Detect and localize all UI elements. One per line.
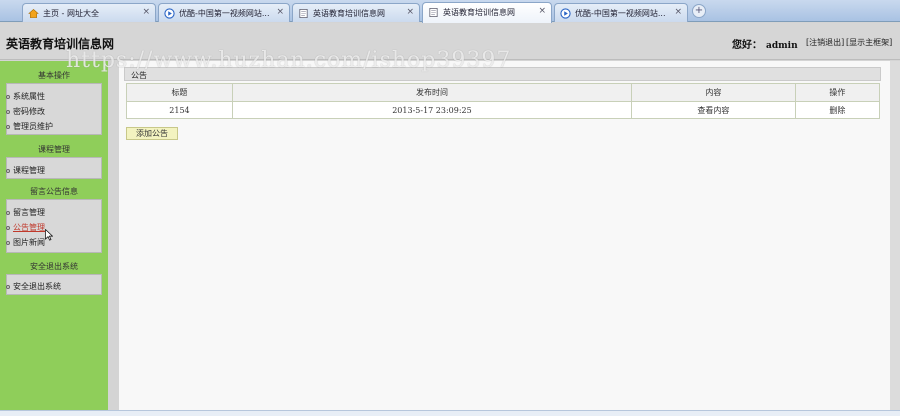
sidebar-item-system-properties[interactable]: 系统属性: [6, 91, 45, 102]
status-bar: [0, 410, 900, 416]
close-icon[interactable]: ×: [142, 7, 150, 17]
notice-table: 标题 发布时间 内容 操作 2154 2013-5-17 23:09:25 查看…: [126, 83, 881, 119]
cell-title: 2154: [126, 101, 233, 119]
close-icon[interactable]: ×: [538, 6, 546, 16]
delete-link[interactable]: 删除: [794, 101, 881, 119]
home-icon: [28, 9, 39, 18]
column-header-content: 内容: [631, 83, 796, 102]
bullet-icon: [6, 125, 10, 129]
browser-tab-bar: 主页 - 网址大全 × 优酷-中国第一视频网站... × 英语教育培训信息网 ×…: [0, 0, 900, 23]
show-main-frame-link[interactable]: [显示主框架]: [846, 37, 892, 48]
column-header-title: 标题: [126, 83, 233, 102]
sidebar-item-admin-maintenance[interactable]: 管理员维护: [6, 121, 53, 132]
close-icon[interactable]: ×: [276, 7, 284, 17]
column-header-action: 操作: [794, 83, 881, 102]
sidebar-section-title-exit: 安全退出系统: [30, 262, 78, 271]
new-tab-button[interactable]: +: [692, 4, 706, 18]
sidebar-section-title-course: 课程管理: [38, 145, 70, 154]
table-header-row: 标题 发布时间 内容 操作: [126, 83, 881, 102]
greeting-label: 您好：: [732, 40, 762, 51]
panel-title: 公告: [131, 71, 147, 80]
site-title: 英语教育培训信息网: [6, 37, 115, 51]
cell-publish-time: 2013-5-17 23:09:25: [231, 101, 633, 119]
browser-tab-home[interactable]: 主页 - 网址大全 ×: [22, 3, 156, 22]
logout-link[interactable]: [注销退出]: [806, 37, 844, 48]
sidebar-item-message-management[interactable]: 留言管理: [6, 207, 45, 218]
add-notice-button[interactable]: 添加公告: [126, 127, 178, 140]
notice-panel-header: 公告: [124, 67, 881, 81]
tab-label: 英语教育培训信息网: [443, 8, 515, 17]
bullet-icon: [6, 211, 10, 215]
sidebar-section-title-basic: 基本操作: [38, 71, 70, 80]
sidebar: 基本操作 系统属性 密码修改 管理员维护 课程管理 课程管理 留言公告信息 留言…: [0, 61, 108, 410]
view-content-link[interactable]: 查看内容: [631, 101, 796, 119]
play-icon: [560, 8, 571, 19]
close-icon[interactable]: ×: [674, 7, 682, 17]
main-content: 公告 标题 发布时间 内容 操作 2154 2013-5-17 23:09:25…: [119, 61, 890, 410]
right-gutter: [890, 61, 900, 410]
column-header-publish-time: 发布时间: [231, 83, 633, 102]
browser-tab-youku-2[interactable]: 优酷-中国第一视频网站... ×: [554, 3, 688, 22]
page-icon: [299, 9, 308, 18]
page-header: 英语教育培训信息网 您好： admin [注销退出] [显示主框架]: [0, 23, 900, 60]
bullet-icon: [6, 169, 10, 173]
close-icon[interactable]: ×: [406, 7, 414, 17]
tab-label: 优酷-中国第一视频网站...: [179, 9, 270, 18]
greeting: 您好： admin: [732, 36, 798, 51]
tab-label: 优酷-中国第一视频网站...: [575, 9, 666, 18]
sidebar-item-notice-management[interactable]: 公告管理: [6, 222, 45, 233]
bullet-icon: [6, 285, 10, 289]
browser-tab-youku-1[interactable]: 优酷-中国第一视频网站... ×: [158, 3, 290, 22]
browser-tab-site-active[interactable]: 英语教育培训信息网 ×: [422, 2, 552, 23]
bullet-icon: [6, 241, 10, 245]
sidebar-item-safe-exit[interactable]: 安全退出系统: [6, 281, 61, 292]
sidebar-section-title-messages: 留言公告信息: [30, 187, 78, 196]
bullet-icon: [6, 226, 10, 230]
bullet-icon: [6, 110, 10, 114]
play-icon: [164, 8, 175, 19]
mouse-pointer-icon: [45, 229, 53, 241]
username: admin: [766, 41, 798, 51]
sidebar-item-picture-news[interactable]: 图片新闻: [6, 237, 45, 248]
sidebar-item-course-management[interactable]: 课程管理: [6, 165, 45, 176]
bullet-icon: [6, 95, 10, 99]
browser-tab-site-1[interactable]: 英语教育培训信息网 ×: [292, 3, 420, 22]
tab-label: 主页 - 网址大全: [43, 9, 99, 18]
sidebar-item-change-password[interactable]: 密码修改: [6, 106, 45, 117]
page-icon: [429, 8, 438, 17]
table-row: 2154 2013-5-17 23:09:25 查看内容 删除: [126, 101, 881, 119]
tab-label: 英语教育培训信息网: [313, 9, 385, 18]
